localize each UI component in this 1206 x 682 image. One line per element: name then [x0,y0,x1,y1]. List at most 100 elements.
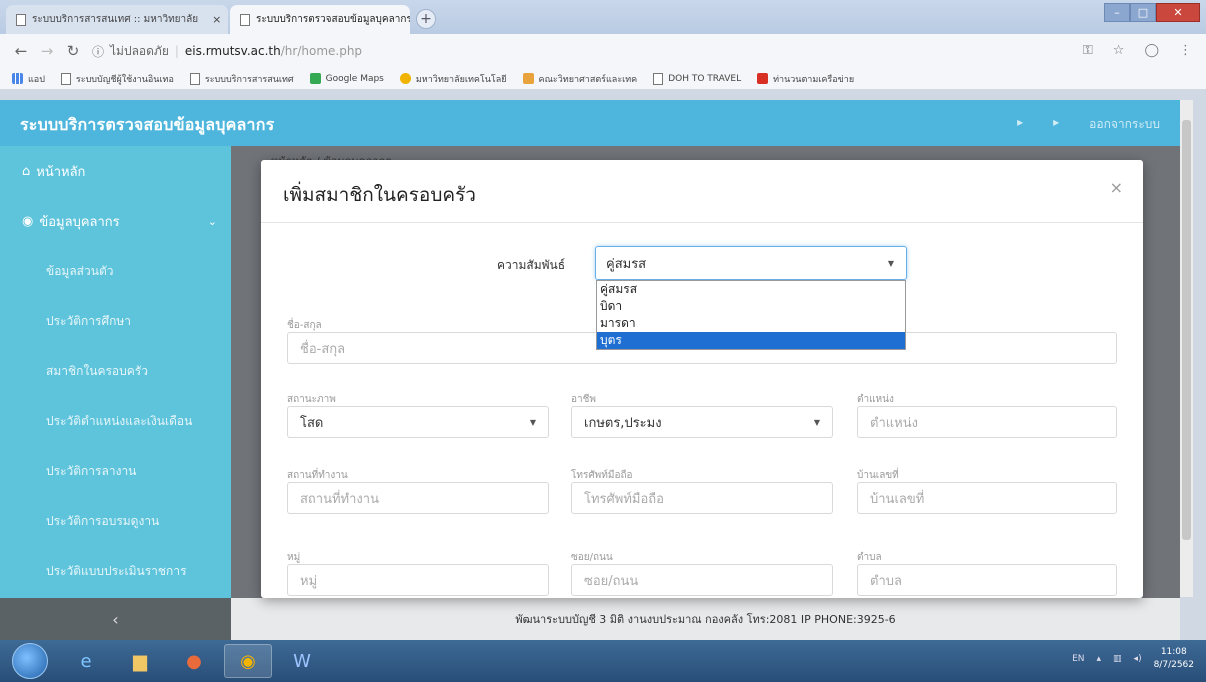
position-label: ตำแหน่ง [857,394,894,405]
page-scrollbar[interactable] [1180,100,1193,597]
tab-info-service[interactable]: ระบบบริการสารสนเทศ :: มหาวิทยาลัย × [6,5,228,34]
star-icon[interactable]: ☆ [1113,43,1125,58]
notification-dropdown[interactable]: ▸ [1017,115,1023,134]
add-family-member-modal: เพิ่มสมาชิกในครอบครัว × ความสัมพันธ์ คู่… [261,160,1143,598]
profile-icon[interactable]: ◯ [1144,43,1159,58]
sidebar-item-evaluation[interactable]: ประวัติแบบประเมินราชการ [0,546,231,596]
relation-option-highlighted[interactable]: บุตร [597,332,905,349]
info-icon[interactable]: ⓘ [92,43,104,60]
reload-icon[interactable]: ↻ [60,42,86,60]
user-icon: ◉ [22,213,34,229]
maps-icon [309,73,321,84]
volume-icon[interactable]: ◂) [1134,654,1142,664]
sidebar-item-education[interactable]: ประวัติการศึกษา [0,296,231,346]
chrome-icon[interactable]: ◉ [224,644,272,678]
position-field[interactable]: ตำแหน่ง [857,406,1117,438]
ie-icon[interactable]: e [62,644,110,678]
bookmark-item[interactable]: คณะวิทยาศาสตร์และเทค [522,72,637,86]
faculty-icon [522,73,534,84]
page-icon [240,13,250,26]
sidebar-collapse-button[interactable]: ‹ [0,598,231,640]
sidebar: ⌂ หน้าหลัก ◉ ข้อมูลบุคลากร ⌄ ข้อมูลส่วนตัว … [0,146,231,598]
calendar-dropdown[interactable]: ▸ [1053,115,1059,134]
relation-label: ความสัมพันธ์ [497,258,566,272]
page-icon [653,72,664,85]
back-arrow-icon[interactable]: ← [8,42,34,60]
chevron-down-icon: ⌄ [207,214,217,228]
windows-taskbar: e ▆ ● ◉ W EN ▴ ▥ ◂) 11:08 8/7/2562 [0,640,1206,682]
bookmark-item[interactable]: ท่านวนตามเครือข่าย [757,72,854,86]
sidebar-item-home[interactable]: ⌂ หน้าหลัก [0,146,231,196]
network-icon [757,73,769,84]
university-icon [399,73,411,84]
moo-label: หมู่ [287,552,301,563]
address-actions: ⚿ ☆ ◯ ⋮ [1083,43,1192,58]
tambon-field[interactable]: ตำบล [857,564,1117,596]
tab-personnel-check[interactable]: ระบบบริการตรวจสอบข้อมูลบุคลากร × [230,5,410,34]
forward-arrow-icon[interactable]: → [34,42,60,60]
page-icon [60,72,71,85]
url-host: eis.rmutsv.ac.th [184,44,281,58]
close-icon[interactable]: × [1110,178,1123,197]
logout-link[interactable]: ออกจากระบบ [1089,115,1160,134]
start-button[interactable] [12,643,48,679]
key-icon[interactable]: ⚿ [1083,43,1093,58]
url-path: /hr/home.php [280,44,363,58]
house-no-field[interactable]: บ้านเลขที่ [857,482,1117,514]
scrollbar-thumb[interactable] [1182,120,1191,540]
apps-grid-icon [12,73,23,84]
bookmark-item[interactable]: ระบบบัญชีผู้ใช้งานอินเทอ [60,72,174,86]
name-label: ชื่อ-สกุล [287,320,322,331]
tambon-label: ตำบล [857,552,882,563]
close-window-button[interactable]: ✕ [1156,3,1200,22]
app-title: ระบบบริการตรวจสอบข้อมูลบุคลากร [20,115,275,134]
soi-label: ซอย/ถนน [571,552,613,563]
marital-select[interactable]: โสด ▼ [287,406,549,438]
sidebar-item-leave[interactable]: ประวัติการลางาน [0,446,231,496]
media-player-icon[interactable]: ● [170,644,218,678]
relation-option[interactable]: คู่สมรส [597,281,905,298]
bookmark-item[interactable]: มหาวิทยาลัยเทคโนโลยี [399,72,507,86]
moo-field[interactable]: หมู่ [287,564,549,596]
menu-icon[interactable]: ⋮ [1179,43,1192,58]
dropdown-arrow-icon: ▼ [813,417,820,427]
relation-option[interactable]: มารดา [597,315,905,332]
modal-title: เพิ่มสมาชิกในครอบครัว [283,184,476,206]
tab-close-icon[interactable]: × [204,13,221,26]
sidebar-item-position-salary[interactable]: ประวัติตำแหน่งและเงินเดือน [0,396,231,446]
sidebar-item-training[interactable]: ประวัติการอบรมดูงาน [0,496,231,546]
word-icon[interactable]: W [278,644,326,678]
house-no-label: บ้านเลขที่ [857,470,899,481]
tab-label: ระบบบริการตรวจสอบข้อมูลบุคลากร [256,14,410,25]
workplace-field[interactable]: สถานที่ทำงาน [287,482,549,514]
page-footer: พัฒนาระบบบัญชี 3 มิติ งานงบประมาณ กองคลั… [231,598,1180,640]
bookmark-google-maps[interactable]: Google Maps [309,73,384,84]
dropdown-arrow-icon: ▼ [529,417,536,427]
relation-select[interactable]: คู่สมรส ▼ [595,246,907,280]
bookmark-doh[interactable]: DOH TO TRAVEL [653,72,741,85]
tray-arrow-icon[interactable]: ▴ [1097,654,1102,664]
sidebar-item-personnel[interactable]: ◉ ข้อมูลบุคลากร ⌄ [0,196,231,246]
minimize-button[interactable]: – [1104,3,1130,22]
header-actions: ▸ ▸ ออกจากระบบ [1017,115,1160,134]
occupation-select[interactable]: เกษตร,ประมง ▼ [571,406,833,438]
home-icon: ⌂ [22,163,31,179]
mobile-label: โทรศัพท์มือถือ [571,470,633,481]
occupation-label: อาชีพ [571,394,596,405]
new-tab-button[interactable]: + [416,9,436,29]
relation-option[interactable]: บิดา [597,298,905,315]
folder-icon[interactable]: ▆ [116,644,164,678]
network-icon[interactable]: ▥ [1113,654,1122,664]
sidebar-item-personal-info[interactable]: ข้อมูลส่วนตัว [0,246,231,296]
bookmark-item[interactable]: ระบบบริการสารสนเทศ [189,72,294,86]
clock[interactable]: 11:08 8/7/2562 [1154,646,1194,672]
browser-tabstrip: ระบบบริการสารสนเทศ :: มหาวิทยาลัย × ระบบ… [0,0,1206,34]
bookmark-apps[interactable]: แอป [12,72,45,86]
soi-field[interactable]: ซอย/ถนน [571,564,833,596]
mobile-field[interactable]: โทรศัพท์มือถือ [571,482,833,514]
sidebar-item-family[interactable]: สมาชิกในครอบครัว [0,346,231,396]
language-indicator[interactable]: EN [1072,654,1084,664]
maximize-button[interactable]: □ [1130,3,1156,22]
modal-divider [261,222,1143,223]
url-field[interactable]: ⓘ ไม่ปลอดภัย | eis.rmutsv.ac.th/hr/home.… [92,42,362,61]
